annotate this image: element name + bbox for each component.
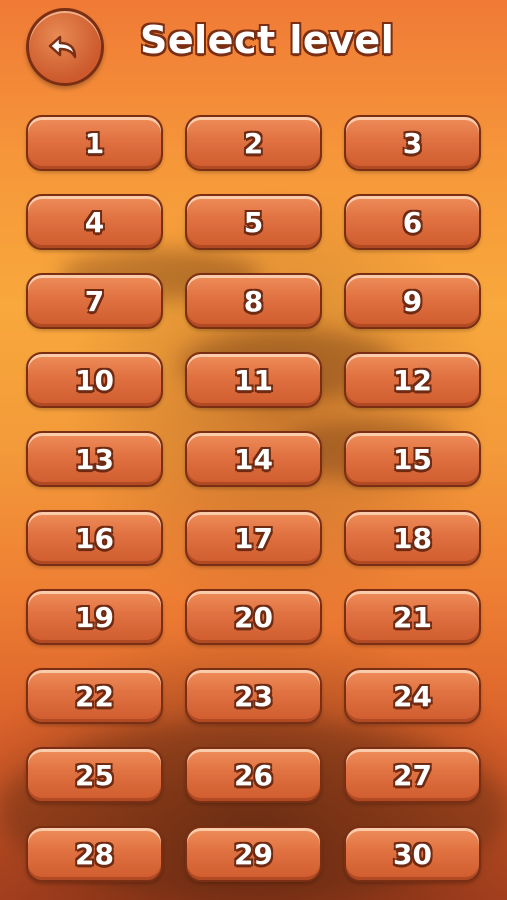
level-number: 30 xyxy=(393,837,432,871)
level-number: 5 xyxy=(243,205,264,239)
level-button-13[interactable]: 13 xyxy=(26,431,163,487)
back-button[interactable] xyxy=(26,8,104,86)
level-button-24[interactable]: 24 xyxy=(344,668,481,724)
level-number: 14 xyxy=(234,442,273,476)
level-button-14[interactable]: 14 xyxy=(185,431,322,487)
level-number: 3 xyxy=(402,126,423,160)
level-button-5[interactable]: 5 xyxy=(185,194,322,250)
level-number: 11 xyxy=(234,363,273,397)
level-number: 7 xyxy=(84,284,105,318)
level-button-28[interactable]: 28 xyxy=(26,826,163,882)
level-button-30[interactable]: 30 xyxy=(344,826,481,882)
level-number: 15 xyxy=(393,442,432,476)
level-button-16[interactable]: 16 xyxy=(26,510,163,566)
level-number: 10 xyxy=(75,363,114,397)
level-number: 23 xyxy=(234,679,273,713)
level-number: 2 xyxy=(243,126,264,160)
level-number: 22 xyxy=(75,679,114,713)
level-button-11[interactable]: 11 xyxy=(185,352,322,408)
page-title: Select level xyxy=(140,18,395,62)
header: Select level xyxy=(0,0,507,100)
level-button-25[interactable]: 25 xyxy=(26,747,163,803)
level-number: 18 xyxy=(393,521,432,555)
level-button-19[interactable]: 19 xyxy=(26,589,163,645)
level-number: 8 xyxy=(243,284,264,318)
level-number: 28 xyxy=(75,837,114,871)
level-button-17[interactable]: 17 xyxy=(185,510,322,566)
level-number: 12 xyxy=(393,363,432,397)
level-number: 1 xyxy=(84,126,105,160)
level-number: 29 xyxy=(234,837,273,871)
level-number: 16 xyxy=(75,521,114,555)
level-button-9[interactable]: 9 xyxy=(344,273,481,329)
level-button-2[interactable]: 2 xyxy=(185,115,322,171)
level-button-23[interactable]: 23 xyxy=(185,668,322,724)
level-button-21[interactable]: 21 xyxy=(344,589,481,645)
level-button-27[interactable]: 27 xyxy=(344,747,481,803)
level-number: 21 xyxy=(393,600,432,634)
level-number: 25 xyxy=(75,758,114,792)
level-number: 26 xyxy=(234,758,273,792)
level-button-22[interactable]: 22 xyxy=(26,668,163,724)
level-number: 24 xyxy=(393,679,432,713)
level-number: 6 xyxy=(402,205,423,239)
level-button-29[interactable]: 29 xyxy=(185,826,322,882)
level-button-1[interactable]: 1 xyxy=(26,115,163,171)
back-arrow-icon xyxy=(48,35,77,59)
level-number: 20 xyxy=(234,600,273,634)
level-number: 27 xyxy=(393,758,432,792)
level-button-7[interactable]: 7 xyxy=(26,273,163,329)
level-button-26[interactable]: 26 xyxy=(185,747,322,803)
level-button-3[interactable]: 3 xyxy=(344,115,481,171)
level-number: 9 xyxy=(402,284,423,318)
level-button-18[interactable]: 18 xyxy=(344,510,481,566)
level-button-10[interactable]: 10 xyxy=(26,352,163,408)
level-button-12[interactable]: 12 xyxy=(344,352,481,408)
level-number: 13 xyxy=(75,442,114,476)
level-button-4[interactable]: 4 xyxy=(26,194,163,250)
level-button-8[interactable]: 8 xyxy=(185,273,322,329)
level-number: 4 xyxy=(84,205,105,239)
level-grid: 1 2 3 4 5 6 7 8 9 10 11 12 13 14 15 16 17 18 19 20 21 22 23 24 2… xyxy=(26,115,482,882)
level-button-15[interactable]: 15 xyxy=(344,431,481,487)
level-number: 19 xyxy=(75,600,114,634)
level-button-20[interactable]: 20 xyxy=(185,589,322,645)
level-number: 17 xyxy=(234,521,273,555)
level-button-6[interactable]: 6 xyxy=(344,194,481,250)
